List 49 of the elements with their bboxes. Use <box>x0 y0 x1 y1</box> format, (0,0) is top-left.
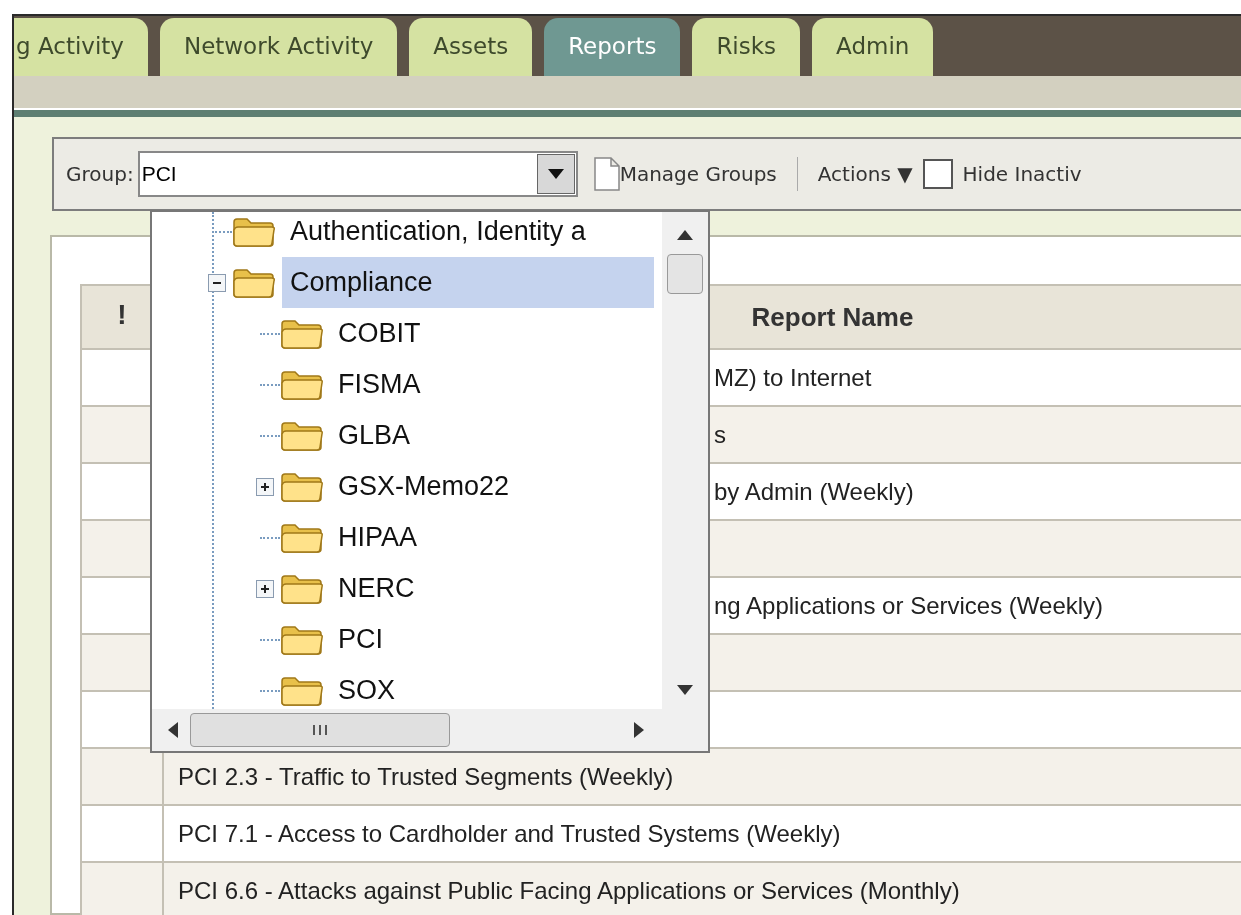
table-cell-text: PCI 7.1 - Access to Cardholder and Trusted Systems (Weekly) <box>178 818 841 849</box>
tab[interactable]: Risks <box>692 17 801 76</box>
scrollbar-thumb[interactable] <box>667 254 703 294</box>
tree-item[interactable]: NERC <box>330 563 415 614</box>
tree-item[interactable]: SOX <box>330 665 396 709</box>
folder-icon <box>280 572 324 605</box>
group-label: Group: <box>66 161 134 188</box>
folder-icon <box>280 470 324 503</box>
folder-icon <box>232 215 276 248</box>
scroll-left-icon[interactable] <box>168 722 178 738</box>
tree-item[interactable]: HIPAA <box>330 512 418 563</box>
folder-icon <box>280 521 324 554</box>
horizontal-scrollbar[interactable] <box>152 709 708 751</box>
table-cell-text: ng Applications or Services (Weekly) <box>714 590 1104 621</box>
tree-item[interactable]: Compliance <box>282 257 654 308</box>
scroll-down-icon[interactable] <box>677 685 693 695</box>
group-combobox[interactable]: PCI <box>137 151 578 197</box>
tree-item[interactable]: GSX-Memo22 <box>330 461 510 512</box>
tab[interactable]: g Activity <box>14 17 148 76</box>
actions-menu[interactable]: Actions ▼ <box>817 159 913 189</box>
document-icon <box>593 157 620 191</box>
folder-icon <box>280 674 324 707</box>
folder-icon <box>280 419 324 452</box>
folder-icon <box>280 623 324 656</box>
tab[interactable]: Network Activity <box>159 17 398 76</box>
expand-icon[interactable] <box>256 579 274 598</box>
scroll-right-icon[interactable] <box>634 722 644 738</box>
table-cell-text: s <box>714 419 726 450</box>
collapse-icon[interactable] <box>208 273 226 292</box>
folder-icon <box>280 368 324 401</box>
manage-groups-link[interactable]: Manage Groups <box>619 159 777 189</box>
table-cell-text: PCI 2.3 - Traffic to Trusted Segments (Weekly) <box>178 761 674 792</box>
table-cell-text: MZ) to Internet <box>714 362 872 393</box>
hide-inactive-label: Hide Inactiv <box>962 161 1082 188</box>
tree-item[interactable]: Authentication, Identity a <box>282 212 586 257</box>
scrollbar-thumb[interactable] <box>190 713 450 747</box>
table-cell-text: PCI 6.6 - Attacks against Public Facing Applications or Services (Monthly) <box>178 875 960 906</box>
expand-icon[interactable] <box>256 477 274 496</box>
folder-icon <box>280 317 324 350</box>
table-cell-text: by Admin (Weekly) <box>714 476 914 507</box>
tree-item[interactable]: FISMA <box>330 359 421 410</box>
vertical-scrollbar[interactable] <box>662 212 708 709</box>
scroll-up-icon[interactable] <box>677 230 693 240</box>
tab[interactable]: Admin <box>812 17 934 76</box>
tab[interactable]: Assets <box>409 17 533 76</box>
tree-item[interactable]: COBIT <box>330 308 421 359</box>
tree-item[interactable]: PCI <box>330 614 383 665</box>
tree-item[interactable]: GLBA <box>330 410 411 461</box>
folder-icon <box>232 266 276 299</box>
